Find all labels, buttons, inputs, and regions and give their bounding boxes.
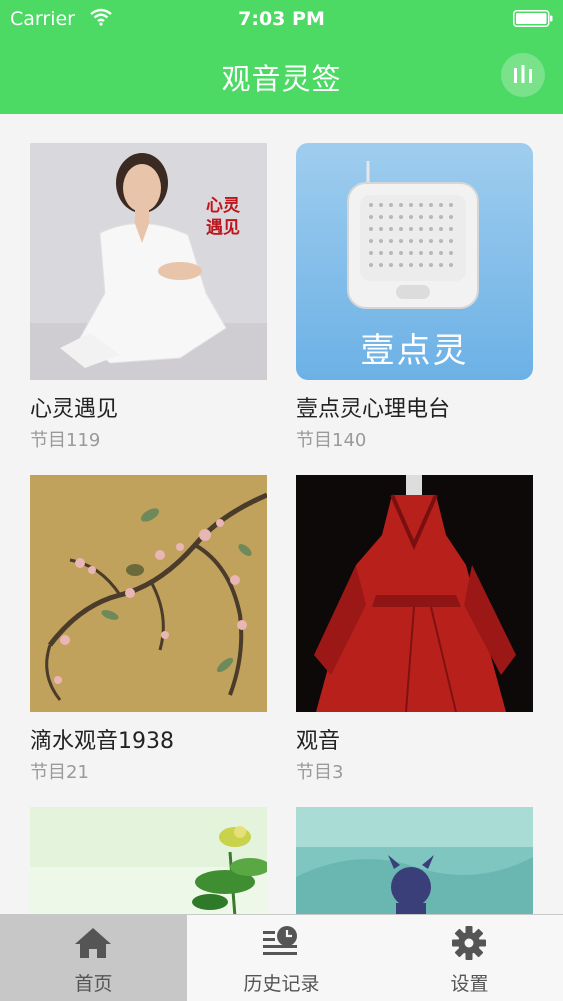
album-cover-image: 壹点灵 bbox=[296, 143, 533, 380]
now-playing-button[interactable] bbox=[501, 53, 545, 97]
album-cover-image: 心灵遇见 bbox=[30, 143, 267, 380]
album-episode-count: 节目3 bbox=[296, 762, 344, 783]
album-title: 滴水观音1938 bbox=[30, 729, 174, 754]
history-icon bbox=[263, 926, 297, 955]
tab-label: 历史记录 bbox=[243, 973, 320, 995]
album-title: 心灵遇见 bbox=[30, 397, 119, 422]
album-episode-count: 节目140 bbox=[296, 430, 367, 451]
tab-history[interactable]: 历史记录 bbox=[188, 915, 375, 1001]
cover-brand-text: 壹点灵 bbox=[360, 331, 469, 371]
tab-label: 首页 bbox=[74, 973, 113, 995]
tab-home[interactable]: 首页 bbox=[0, 915, 187, 1001]
navigation-bar: 观音灵签 bbox=[0, 38, 563, 114]
album-cover-image bbox=[30, 807, 267, 914]
album-episode-count: 节目21 bbox=[30, 762, 89, 783]
album-title: 观音 bbox=[296, 729, 341, 754]
tab-label: 设置 bbox=[450, 973, 489, 995]
cover-title-text: 心灵遇见 bbox=[206, 196, 240, 238]
album-episode-count: 节目119 bbox=[30, 430, 101, 451]
settings-gear-icon bbox=[452, 926, 486, 960]
tab-settings[interactable]: 设置 bbox=[376, 915, 563, 1001]
album-grid: 心灵遇见 心灵遇见 节目119 壹点灵 壹点灵心理电台 节目140 滴水观音19… bbox=[0, 114, 563, 914]
album-cover-image bbox=[296, 475, 533, 712]
equalizer-icon bbox=[514, 65, 532, 83]
battery-icon bbox=[513, 10, 553, 27]
tab-bar: 首页 历史记录 设置 bbox=[0, 914, 563, 1001]
home-icon bbox=[75, 928, 111, 958]
status-bar: Carrier 7:03 PM bbox=[0, 0, 563, 38]
clock-time: 7:03 PM bbox=[238, 8, 325, 30]
album-title: 壹点灵心理电台 bbox=[296, 397, 451, 422]
album-cover-image bbox=[296, 807, 533, 914]
page-title: 观音灵签 bbox=[221, 62, 342, 96]
album-cover-image bbox=[30, 475, 267, 712]
